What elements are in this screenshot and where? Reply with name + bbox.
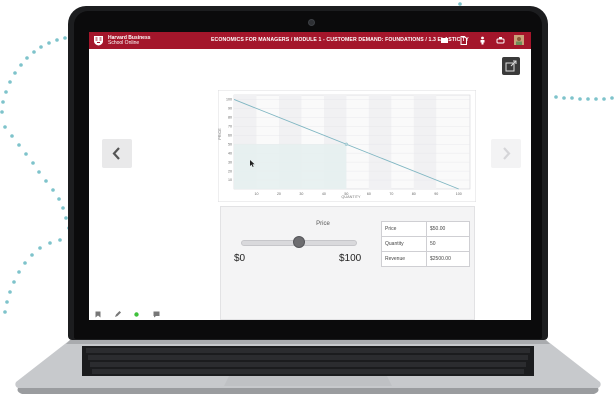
hbs-shield-logo[interactable] [93,35,104,46]
slider-min-label: $0 [234,253,246,264]
y-tick-label: 90 [228,107,232,111]
online-status-dot-icon [134,312,139,317]
x-tick-label: 20 [277,192,281,196]
x-tick-label: 10 [254,192,258,196]
revenue-area [234,144,347,189]
price-slider-thumb[interactable] [293,236,305,248]
y-tick-label: 100 [226,98,232,102]
x-tick-label: 40 [322,192,326,196]
grid-band [368,95,392,189]
notes-icon[interactable] [440,36,449,45]
expand-button[interactable] [502,57,520,75]
slider-max-label: $100 [339,253,362,264]
y-tick-label: 40 [228,151,232,155]
previous-button[interactable] [102,139,132,168]
y-tick-label: 70 [228,125,232,129]
laptop-base [15,340,601,394]
chevron-left-icon [112,147,120,160]
laptop-screen: Harvard Business School Online ECONOMICS… [89,32,531,320]
chat-icon[interactable] [153,311,160,318]
profile-avatar-icon[interactable] [514,35,524,45]
table-row: Quantity 50 [381,236,470,252]
table-key: Price [381,221,427,237]
y-tick-label: 10 [228,178,232,182]
price-controls-panel: Price $0 $100 Price $50.00 Quantity 50 R… [220,206,475,320]
highlight-point [344,142,348,146]
demand-chart: 10 20 30 40 50 60 70 80 90 1001020304050607080901… [218,90,476,202]
print-icon[interactable] [496,36,505,45]
x-tick-label: 90 [434,192,438,196]
x-tick-label: 30 [299,192,303,196]
table-row: Price $50.00 [381,221,470,237]
brand-subtitle: School Online [108,40,140,46]
next-button[interactable] [491,139,521,168]
external-link-icon [505,60,517,72]
grid-band [413,95,437,189]
y-tick-label: 20 [228,169,232,173]
header-bar: Harvard Business School Online ECONOMICS… [89,32,531,49]
y-tick-label: 80 [228,116,232,120]
breadcrumb[interactable]: ECONOMICS FOR MANAGERS / MODULE 1 - CUST… [211,37,469,43]
table-key: Quantity [381,236,427,252]
table-value: $50.00 [426,221,470,237]
table-value: $2500.00 [426,251,470,267]
x-tick-label: 70 [389,192,393,196]
bookmark-icon[interactable] [95,311,101,318]
camera-icon [308,19,315,26]
y-tick-label: 50 [228,142,232,146]
table-row: Revenue $2500.00 [381,251,470,267]
document-icon[interactable] [459,36,468,45]
table-value: 50 [426,236,470,252]
table-key: Revenue [381,251,427,267]
footer-toolbar [89,309,531,320]
y-axis-label: PRICE [218,128,222,140]
x-axis-label: QUANTITY [341,195,361,199]
y-tick-label: 60 [228,133,232,137]
person-raise-hand-icon[interactable] [478,36,487,45]
chevron-right-icon [503,147,511,160]
price-slider-label: Price [316,221,330,227]
x-tick-label: 60 [367,192,371,196]
x-tick-label: 100 [456,192,462,196]
y-tick-label: 30 [228,160,232,164]
results-table: Price $50.00 Quantity 50 Revenue $2500.0… [381,221,470,267]
x-tick-label: 80 [412,192,416,196]
pencil-icon[interactable] [114,311,121,318]
